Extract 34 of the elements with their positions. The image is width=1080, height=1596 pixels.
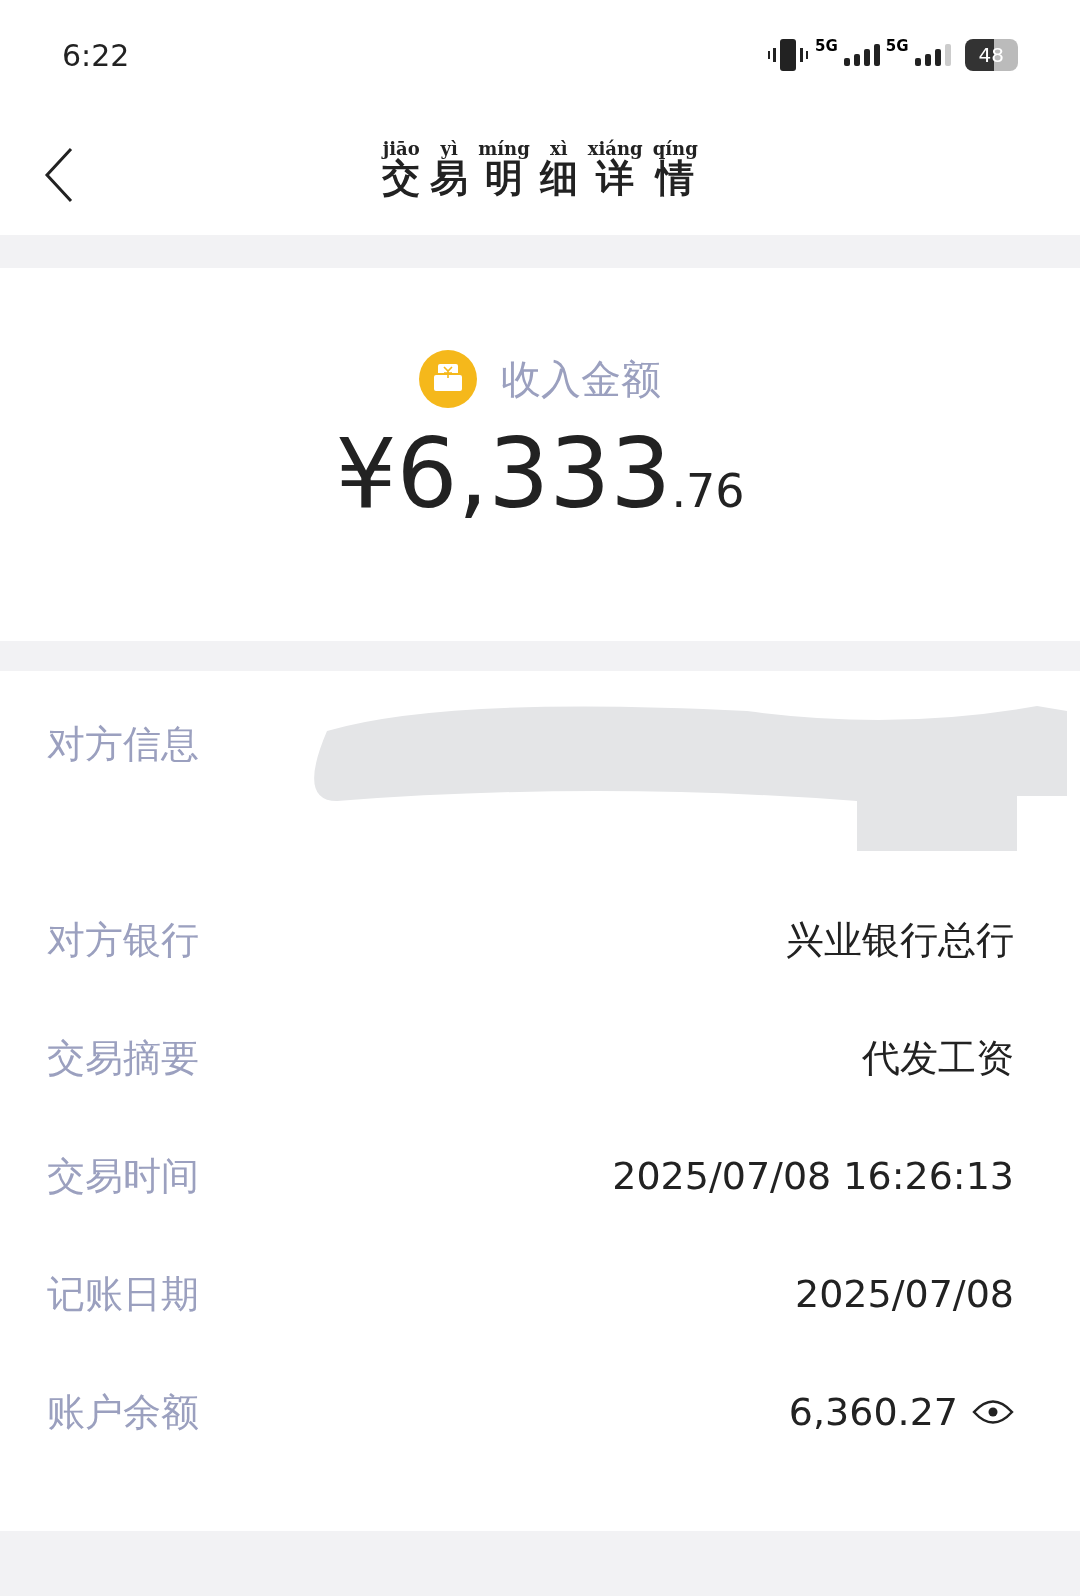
title-character: 详 [596, 159, 635, 197]
detail-value: 兴业银行总行 [786, 916, 1014, 964]
title-character: 易 [430, 159, 469, 197]
detail-value: 代发工资 [862, 1034, 1014, 1082]
amount-value: ¥6,333.76 [335, 418, 745, 530]
balance-value: 6,360.27 [788, 1390, 958, 1434]
detail-label: 交易摘要 [47, 1034, 199, 1082]
pinyin-label: qíng [652, 138, 698, 159]
detail-label: 对方银行 [47, 916, 199, 964]
detail-label: 交易时间 [47, 1152, 199, 1200]
network-label: 5G [885, 37, 909, 55]
pinyin-label: xì [549, 138, 568, 159]
back-icon[interactable] [44, 147, 74, 203]
detail-value: 2025/07/08 16:26:13 [612, 1154, 1014, 1198]
title-character: 明 [485, 159, 523, 197]
status-time: 6:22 [62, 37, 130, 73]
eye-icon[interactable] [972, 1397, 1014, 1427]
title-character: 情 [656, 159, 695, 197]
signal-icon [914, 44, 951, 66]
pinyin-label: jiāo [382, 138, 420, 159]
detail-label: 对方信息 [47, 721, 199, 768]
network-label: 5G [815, 37, 838, 55]
pinyin-label: míng [478, 138, 530, 159]
pinyin-label: yì [440, 138, 458, 159]
vibrate-icon [767, 37, 810, 73]
detail-value: 2025/07/08 [794, 1272, 1014, 1316]
income-icon [419, 350, 477, 408]
detail-label: 记账日期 [47, 1270, 199, 1318]
pinyin-label: xiáng [587, 138, 643, 159]
signal-icon [843, 44, 880, 66]
title-character: 细 [539, 159, 578, 197]
amount-label: 收入金额 [501, 354, 661, 404]
detail-label: 账户余额 [47, 1388, 199, 1436]
title-character: 交 [382, 159, 421, 197]
